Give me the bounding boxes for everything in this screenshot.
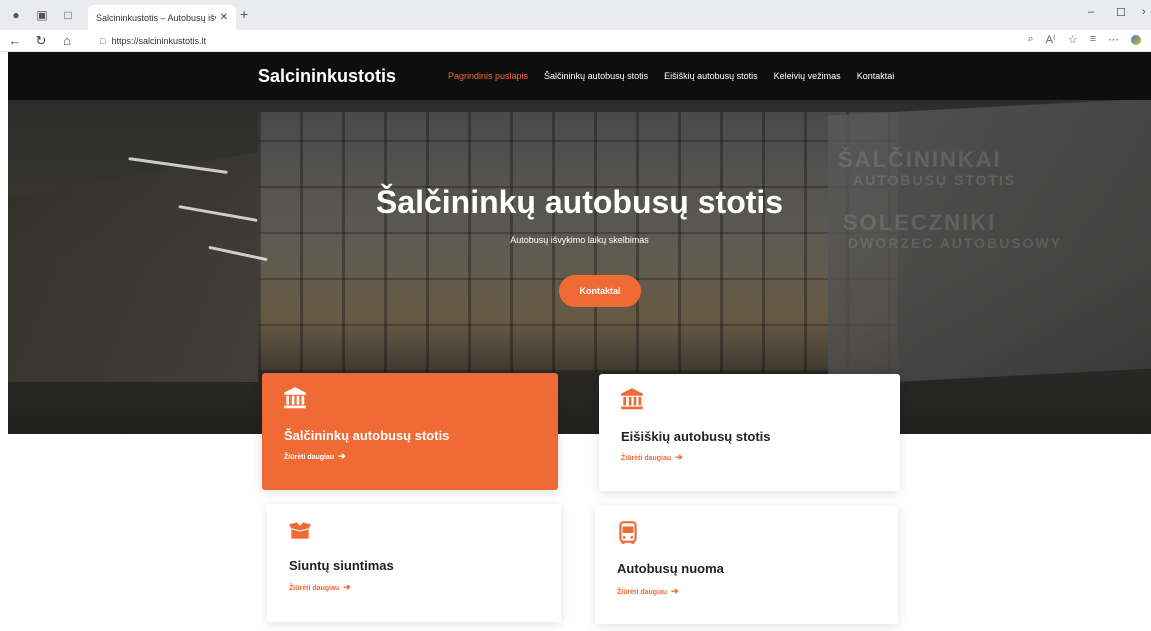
new-tab-button[interactable]: + — [240, 6, 248, 22]
hero-subtitle: Autobusų išvykimo laikų skelbimas — [510, 235, 649, 245]
arrow-right-icon: ➔ — [338, 451, 346, 461]
card-link-label: Žiūrėti daugiau — [284, 454, 335, 461]
bank-icon — [621, 388, 643, 410]
contacts-button[interactable]: Kontaktai — [559, 275, 641, 307]
home-icon[interactable]: ⌂ — [56, 33, 78, 48]
maximize-button[interactable]: ☐ — [1116, 6, 1126, 19]
workspaces-icon[interactable]: ▣ — [32, 5, 52, 25]
url-field[interactable]: □ https://salcininkustotis.lt — [92, 32, 1052, 50]
browser-tabbar: ● ▣ □ Salcininkustotis – Autobusų išvyki… — [0, 0, 1151, 30]
more-icon[interactable]: ⋯ — [1108, 33, 1119, 46]
minimize-button[interactable]: – — [1088, 6, 1094, 18]
card-title: Šalčininkų autobusų stotis — [284, 428, 450, 443]
site-logo[interactable]: Salcininkustotis — [258, 66, 396, 87]
web-page: ŠALČININKAI AUTOBUSŲ STOTIS SOLECZNIKI D… — [8, 52, 1151, 631]
copilot-icon[interactable] — [1131, 35, 1141, 45]
tab-close-icon[interactable]: ✕ — [220, 12, 228, 23]
lock-icon: □ — [100, 36, 106, 46]
arrow-right-icon: ➔ — [343, 582, 351, 592]
hero-section: ŠALČININKAI AUTOBUSŲ STOTIS SOLECZNIKI D… — [8, 52, 1151, 434]
card-link[interactable]: Žiūrėti daugiau ➔ — [284, 451, 346, 462]
card-link[interactable]: Žiūrėti daugiau ➔ — [617, 586, 679, 597]
card-parcel-sending[interactable]: Siuntų siuntimas Žiūrėti daugiau ➔ — [267, 504, 561, 622]
nav-item-eisiskes-station[interactable]: Eišiškių autobusų stotis — [664, 71, 758, 81]
zoom-icon[interactable]: ⌕ — [1027, 33, 1033, 46]
card-title: Eišiškių autobusų stotis — [621, 429, 771, 444]
card-link-label: Žiūrėti daugiau — [621, 455, 672, 462]
card-link[interactable]: Žiūrėti daugiau ➔ — [621, 452, 683, 463]
card-link[interactable]: Žiūrėti daugiau ➔ — [289, 582, 351, 593]
favorites-list-icon[interactable]: ≡ — [1090, 33, 1096, 46]
toolbar-icons: ⌕ A⁽ ☆ ≡ ⋯ — [1027, 33, 1141, 46]
card-eisiskes-station[interactable]: Eišiškių autobusų stotis Žiūrėti daugiau… — [599, 374, 900, 491]
browser-tab[interactable]: Salcininkustotis – Autobusų išvyki ✕ — [88, 5, 236, 30]
card-bus-rental[interactable]: Autobusų nuoma Žiūrėti daugiau ➔ — [595, 506, 898, 624]
close-window-button[interactable]: › — [1142, 6, 1146, 18]
box-icon — [289, 522, 311, 539]
tab-title: Salcininkustotis – Autobusų išvyki — [96, 12, 216, 23]
arrow-right-icon: ➔ — [671, 586, 679, 596]
wall-text: ŠALČININKAI — [838, 147, 1002, 172]
card-link-label: Žiūrėti daugiau — [617, 589, 668, 596]
nav-item-passenger-transport[interactable]: Keleivių vežimas — [774, 71, 841, 81]
read-aloud-icon[interactable]: A⁽ — [1046, 33, 1056, 46]
nav-item-contacts[interactable]: Kontaktai — [857, 71, 895, 81]
card-link-label: Žiūrėti daugiau — [289, 585, 340, 592]
site-header: Salcininkustotis Pagrindinis puslapis Ša… — [8, 52, 1151, 100]
bank-icon — [284, 387, 306, 409]
bus-icon — [619, 521, 637, 544]
url-text: https://salcininkustotis.lt — [111, 36, 206, 46]
tab-actions-icon[interactable]: □ — [58, 5, 78, 25]
card-salcininkai-station[interactable]: Šalčininkų autobusų stotis Žiūrėti daugi… — [262, 373, 558, 490]
address-bar-row: ← ↻ ⌂ □ https://salcininkustotis.lt ⌕ A⁽… — [0, 30, 1151, 52]
card-title: Autobusų nuoma — [617, 561, 724, 576]
card-title: Siuntų siuntimas — [289, 558, 394, 573]
back-icon[interactable]: ← — [4, 33, 26, 48]
nav-item-home[interactable]: Pagrindinis puslapis — [448, 71, 528, 81]
hero-title: Šalčininkų autobusų stotis — [375, 184, 784, 220]
refresh-icon[interactable]: ↻ — [30, 33, 52, 49]
main-nav: Pagrindinis puslapis Šalčininkų autobusų… — [448, 71, 894, 81]
favorite-icon[interactable]: ☆ — [1068, 33, 1078, 46]
nav-item-salcininkai-station[interactable]: Šalčininkų autobusų stotis — [544, 71, 648, 81]
arrow-right-icon: ➔ — [675, 452, 683, 462]
profile-icon[interactable]: ● — [6, 5, 26, 25]
